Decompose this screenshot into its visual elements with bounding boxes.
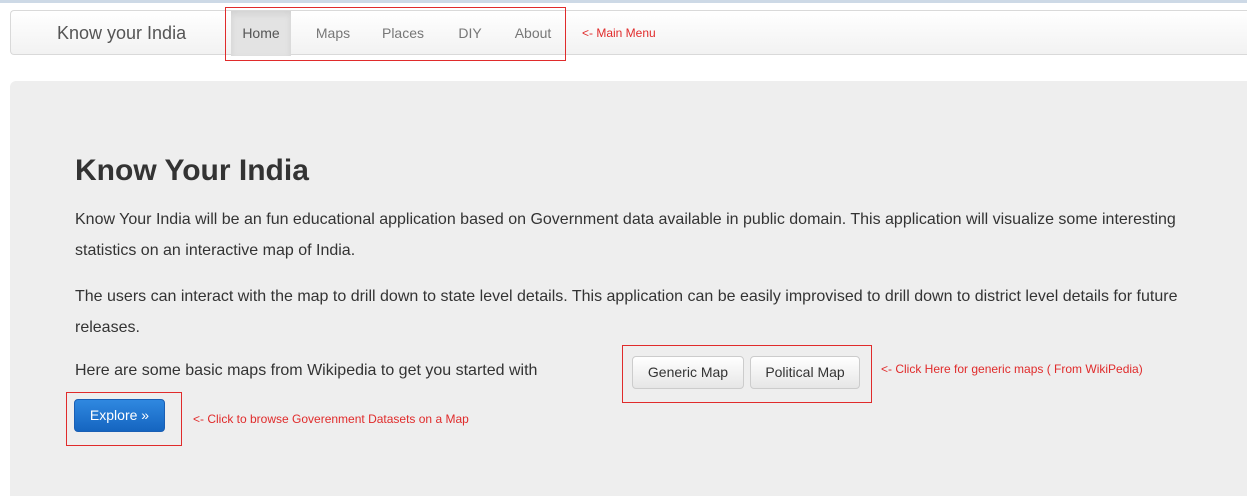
generic-maps-annotation: <- Click Here for generic maps ( From Wi… (881, 362, 1143, 376)
hero-paragraph-intro: Know Your India will be an fun education… (75, 211, 1176, 259)
explore-button[interactable]: Explore » (74, 399, 165, 432)
page-title: Know Your India (75, 154, 309, 187)
political-map-button[interactable]: Political Map (750, 356, 860, 389)
generic-map-button[interactable]: Generic Map (632, 356, 744, 389)
top-border-line (0, 0, 1247, 3)
explore-annotation: <- Click to browse Goverenment Datasets … (193, 412, 469, 426)
navbar-brand[interactable]: Know your India (57, 11, 186, 56)
hero-paragraph-maps: Here are some basic maps from Wikipedia … (75, 362, 538, 379)
main-menu-annotation-box (225, 7, 566, 61)
hero-paragraph-details: The users can interact with the map to d… (75, 288, 1178, 336)
main-menu-annotation: <- Main Menu (582, 26, 656, 40)
